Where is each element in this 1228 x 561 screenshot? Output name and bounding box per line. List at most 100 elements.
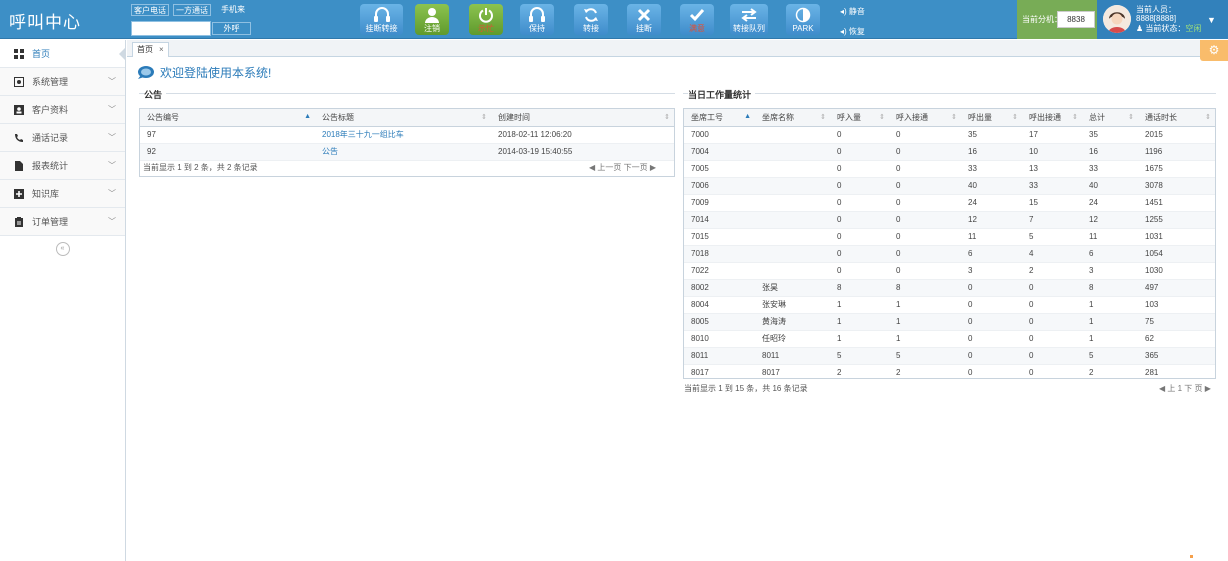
table-cell [755, 245, 830, 263]
settings-button[interactable]: ⚙ [1200, 40, 1228, 61]
transfer-button[interactable]: 转接 [574, 4, 608, 35]
table-cell: 1 [830, 296, 889, 314]
tab-home[interactable]: 首页 × [132, 42, 169, 57]
top-bar: 呼叫中心 客户电话 一方通话 手机来 外呼 挂断转接 注销 示忙 保持 转接 挂… [0, 0, 1228, 39]
active-indicator [119, 47, 126, 61]
notice-title-link[interactable]: 2018年三十九一组比车 [315, 126, 491, 144]
table-cell: 12 [1082, 211, 1138, 229]
column-header[interactable]: 通话时长 ⇕ [1138, 109, 1215, 127]
sidebar-item-customers[interactable]: 客户资料 ﹀ [0, 96, 125, 124]
table-row[interactable]: 8011 8011 5 5 0 0 5 365 [684, 347, 1215, 365]
table-row[interactable]: 97 2018年三十九一组比车 2018-02-11 12:06:20 [140, 126, 674, 144]
table-cell: 0 [830, 160, 889, 178]
notice-title-link[interactable]: 公告 [315, 143, 491, 161]
notice-pager-nav[interactable]: ◀ 上一页 下一页 ▶ [589, 162, 656, 173]
table-row[interactable]: 8004 张安琳 1 1 0 0 1 103 [684, 296, 1215, 314]
table-row[interactable]: 8010 任昭玲 1 1 0 0 1 62 [684, 330, 1215, 348]
mute-control[interactable]: ◂) 静音 [840, 6, 865, 17]
table-row[interactable]: 7018 0 0 6 4 6 1054 [684, 245, 1215, 263]
table-row[interactable]: 8002 张昊 8 8 0 0 8 497 [684, 279, 1215, 297]
restore-control[interactable]: ◂) 恢复 [840, 26, 865, 37]
headset-icon [373, 7, 390, 22]
table-row[interactable]: 7015 0 0 11 5 11 1031 [684, 228, 1215, 246]
tab-one-party-call[interactable]: 一方通话 [173, 4, 211, 16]
speaker-icon: ◂) [840, 27, 847, 36]
headset-icon [529, 7, 545, 22]
sidebar-item-orders[interactable]: 订单管理 ﹀ [0, 208, 125, 236]
logout-label: 注销 [424, 24, 440, 33]
table-cell: 7004 [684, 143, 755, 161]
column-header[interactable]: 总计 ⇕ [1082, 109, 1138, 127]
avatar-image [1103, 5, 1131, 33]
table-cell: 0 [889, 194, 961, 212]
table-cell [755, 126, 830, 144]
dial-button[interactable]: 外呼 [212, 22, 251, 35]
table-row[interactable]: 7006 0 0 40 33 40 3078 [684, 177, 1215, 195]
table-cell: 7018 [684, 245, 755, 263]
sort-asc-icon: ▲ [304, 113, 311, 120]
column-header[interactable]: 呼入接通 ⇕ [889, 109, 961, 127]
tab-mobile[interactable]: 手机来 [219, 4, 247, 16]
busy-button[interactable]: 示忙 [469, 4, 503, 35]
table-row[interactable]: 7022 0 0 3 2 3 1030 [684, 262, 1215, 280]
avatar[interactable] [1103, 5, 1131, 33]
table-row[interactable]: 8005 黄海涛 1 1 0 0 1 75 [684, 313, 1215, 331]
column-header[interactable]: 呼入量 ⇕ [830, 109, 889, 127]
park-button[interactable]: PARK [786, 4, 820, 35]
column-header[interactable]: 坐席工号 ▲ [684, 109, 755, 127]
table-cell: 103 [1138, 296, 1215, 314]
dial-input[interactable] [131, 21, 211, 36]
sidebar-collapse-button[interactable]: « [55, 242, 70, 256]
close-icon[interactable]: × [159, 45, 164, 54]
hangup-transfer-button[interactable]: 挂断转接 [360, 4, 403, 35]
table-cell: 1196 [1138, 143, 1215, 161]
table-cell: 7022 [684, 262, 755, 280]
table-row[interactable]: 7009 0 0 24 15 24 1451 [684, 194, 1215, 212]
user-menu-caret-icon[interactable]: ▼ [1207, 15, 1216, 25]
table-cell: 7006 [684, 177, 755, 195]
hangup-button[interactable]: 挂断 [627, 4, 661, 35]
table-cell: 0 [830, 194, 889, 212]
user-label: 当前人员： [1136, 5, 1176, 14]
sidebar-item-call-records[interactable]: 通话记录 ﹀ [0, 124, 125, 152]
column-header[interactable]: 创建时间 ⇕ [491, 109, 674, 127]
hold-button[interactable]: 保持 [520, 4, 554, 35]
table-cell: 8011 [755, 347, 830, 365]
chevron-down-icon: ﹀ [108, 133, 116, 142]
satisfaction-button[interactable]: 满意 [680, 4, 714, 35]
stats-pager-nav[interactable]: ◀ 上 1 下 页 ▶ [1159, 383, 1211, 394]
contrast-icon [795, 7, 811, 23]
table-row[interactable]: 7000 0 0 35 17 35 2015 [684, 126, 1215, 144]
table-cell: 13 [1022, 160, 1082, 178]
table-cell: 1031 [1138, 228, 1215, 246]
sidebar-item-knowledge[interactable]: 知识库 ﹀ [0, 180, 125, 208]
sort-asc-icon: ▲ [744, 113, 751, 120]
sidebar-item-home[interactable]: 首页 [0, 40, 126, 68]
table-row[interactable]: 8017 8017 2 2 0 0 2 281 [684, 364, 1215, 378]
corner-marker [1190, 555, 1193, 558]
column-header[interactable]: 公告编号 ▲ [140, 109, 315, 127]
logout-button[interactable]: 注销 [415, 4, 449, 35]
table-cell: 5 [1022, 228, 1082, 246]
sidebar-item-reports[interactable]: 报表统计 ﹀ [0, 152, 125, 180]
sort-icon: ⇕ [1012, 114, 1018, 121]
tab-customer-call[interactable]: 客户电话 [131, 4, 169, 16]
column-header[interactable]: 呼出量 ⇕ [961, 109, 1022, 127]
table-cell: 7 [1022, 211, 1082, 229]
table-row[interactable]: 7005 0 0 33 13 33 1675 [684, 160, 1215, 178]
sidebar-item-system[interactable]: 系统管理 ﹀ [0, 68, 125, 96]
transfer-queue-button[interactable]: 转接队列 [730, 4, 768, 35]
table-cell: 7000 [684, 126, 755, 144]
table-row[interactable]: 7014 0 0 12 7 12 1255 [684, 211, 1215, 229]
sort-icon: ⇕ [664, 114, 670, 121]
table-cell: 6 [961, 245, 1022, 263]
column-header[interactable]: 公告标题 ⇕ [315, 109, 491, 127]
chevron-down-icon: ﹀ [108, 161, 116, 170]
notice-header-row: 公告编号 ▲ 公告标题 ⇕ 创建时间 ⇕ [140, 109, 674, 127]
table-row[interactable]: 92 公告 2014-03-19 15:40:55 [140, 143, 674, 161]
table-cell: 任昭玲 [755, 330, 830, 348]
column-header[interactable]: 坐席名称 ⇕ [755, 109, 830, 127]
column-header[interactable]: 呼出接通 ⇕ [1022, 109, 1082, 127]
table-cell: 7015 [684, 228, 755, 246]
table-row[interactable]: 7004 0 0 16 10 16 1196 [684, 143, 1215, 161]
